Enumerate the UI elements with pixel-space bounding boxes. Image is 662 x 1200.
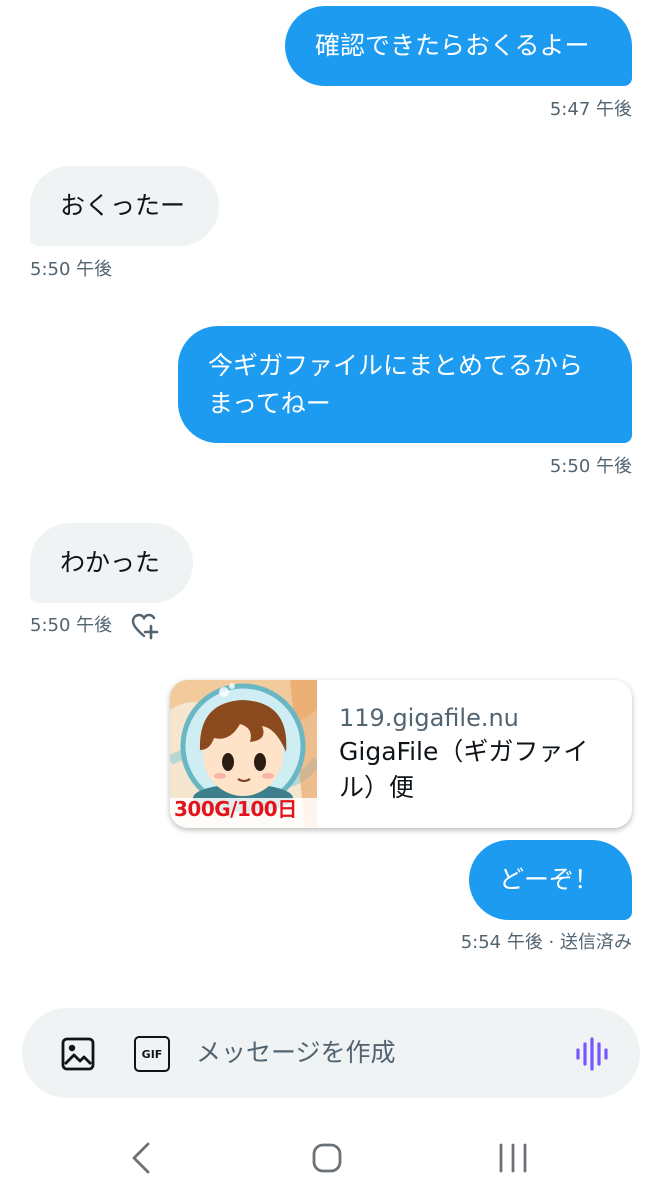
link-domain: 119.gigafile.nu <box>339 704 519 732</box>
message-bubble-received[interactable]: おくったー <box>30 166 219 246</box>
message-bubble-sent[interactable]: どーぞ！ <box>469 840 632 920</box>
gif-button[interactable]: GIF <box>134 1036 170 1072</box>
message-input[interactable]: メッセージを作成 <box>196 1034 396 1072</box>
message-bubble-received[interactable]: わかった <box>30 523 193 603</box>
message-composer: GIF メッセージを作成 <box>22 1008 640 1098</box>
message-timestamp: 5:50 午後 <box>30 259 113 280</box>
back-icon[interactable] <box>122 1138 162 1178</box>
message-text: どーぞ！ <box>499 865 600 894</box>
message-text: わかった <box>60 548 161 577</box>
message-timestamp: 5:50 午後 <box>30 615 113 636</box>
link-preview-card[interactable]: 300G/100日 119.gigafile.nu GigaFile（ギガファイ… <box>170 680 632 828</box>
message-timestamp: 5:54 午後 · 送信済み <box>460 932 632 953</box>
gif-label: GIF <box>141 1047 163 1061</box>
home-icon[interactable] <box>307 1138 347 1178</box>
voice-waveform-icon[interactable] <box>574 1036 610 1072</box>
link-thumbnail: 300G/100日 <box>170 680 317 828</box>
add-reaction-icon[interactable] <box>130 612 160 640</box>
message-timestamp: 5:47 午後 <box>549 99 632 120</box>
message-text: おくったー <box>60 191 186 220</box>
message-bubble-sent[interactable]: 確認できたらおくるよー <box>285 6 632 86</box>
message-text: 確認できたらおくるよー <box>315 31 590 60</box>
message-bubble-sent[interactable]: 今ギガファイルにまとめてるから まってねー <box>178 326 632 443</box>
message-text-line-1: 今ギガファイルにまとめてるから <box>208 350 584 380</box>
thumbnail-caption: 300G/100日 <box>174 797 297 821</box>
image-icon[interactable] <box>60 1036 96 1072</box>
message-timestamp: 5:50 午後 <box>549 456 632 477</box>
system-navigation-bar <box>0 1110 662 1200</box>
recents-icon[interactable] <box>493 1138 533 1178</box>
dm-conversation-screen: 確認できたらおくるよー 5:47 午後 おくったー 5:50 午後 今ギガファイ… <box>0 0 662 1200</box>
message-text-line-2: まってねー <box>208 388 331 418</box>
link-title: GigaFile（ギガファイル）便 <box>339 737 589 802</box>
link-card-text: 119.gigafile.nu GigaFile（ギガファイル）便 <box>317 680 627 828</box>
